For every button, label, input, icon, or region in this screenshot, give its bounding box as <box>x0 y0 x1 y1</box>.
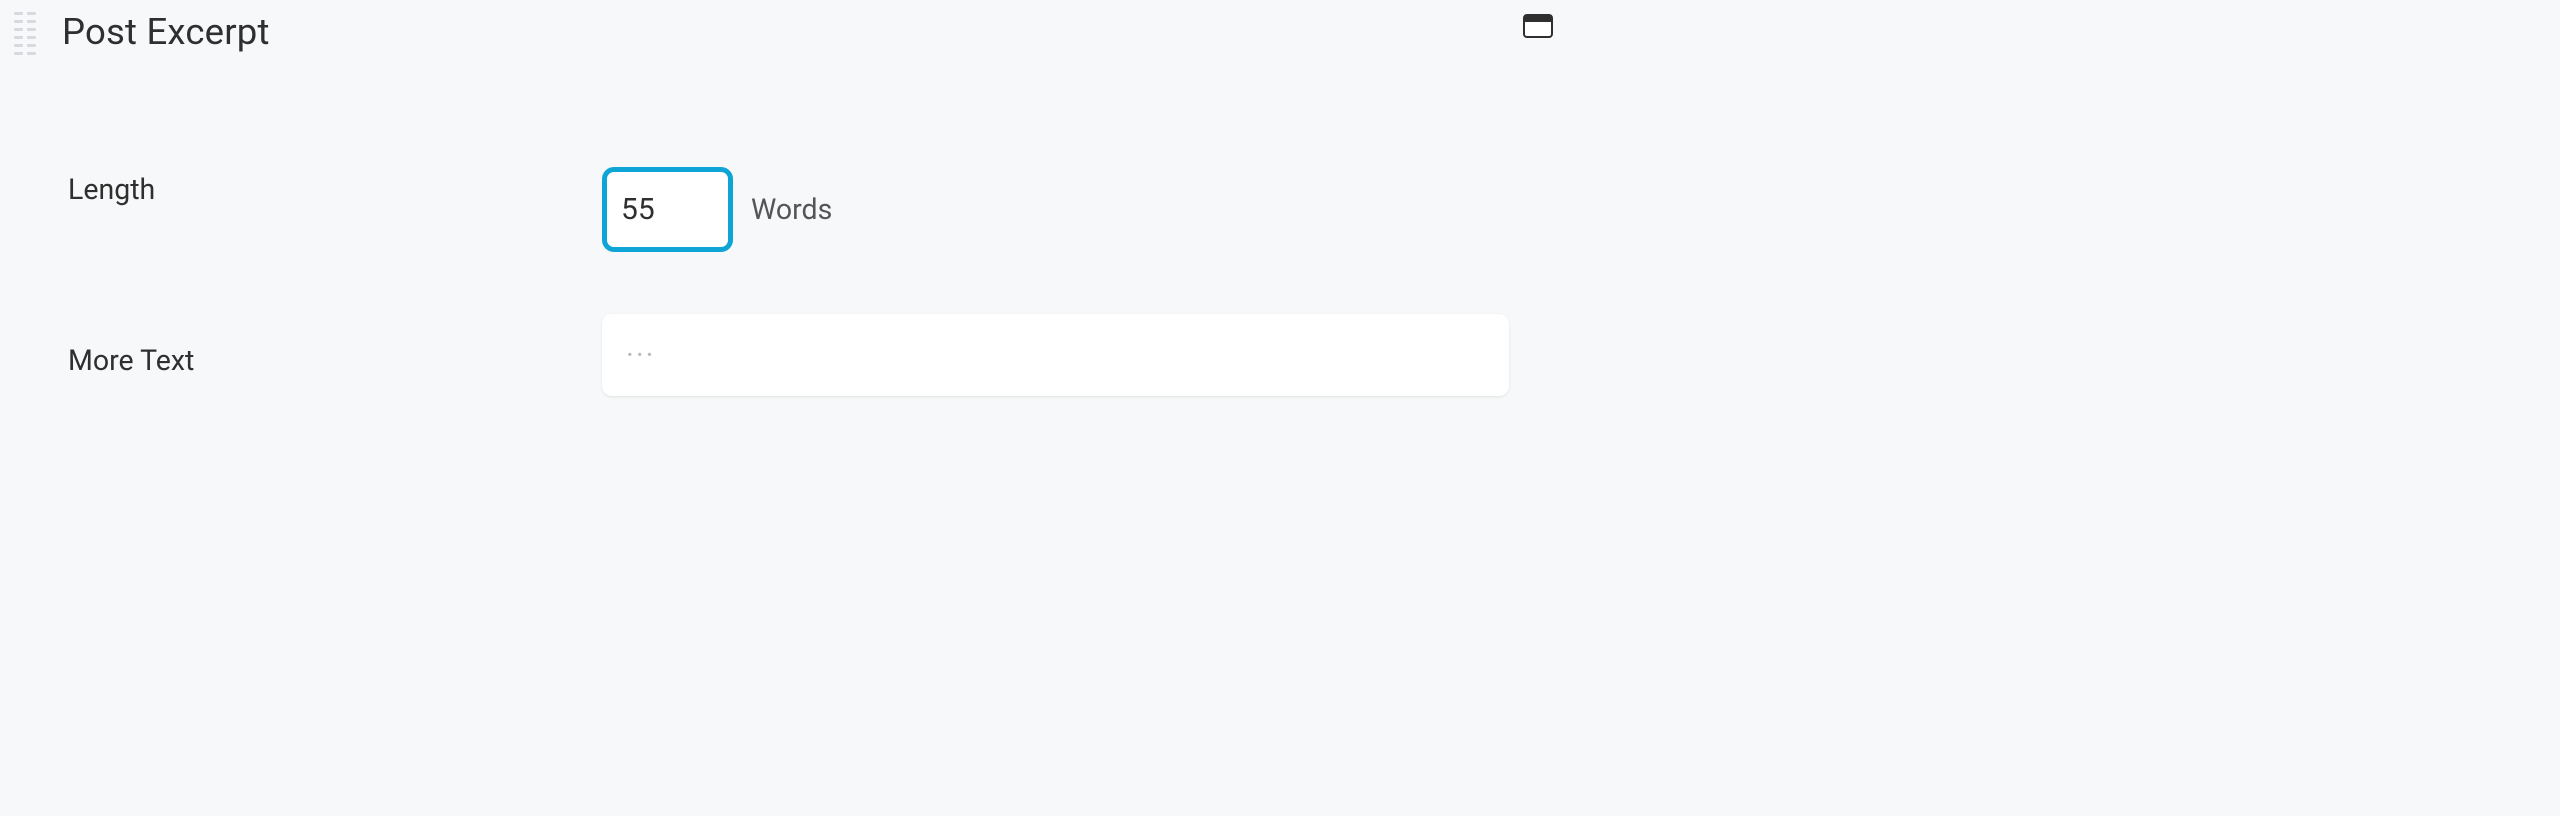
drag-handle-icon[interactable] <box>14 12 36 55</box>
length-label: Length <box>68 167 602 206</box>
more-text-field-row: More Text <box>68 314 1509 396</box>
length-field-row: Length Words <box>68 167 1509 252</box>
panel-header: Post Excerpt <box>0 0 1569 55</box>
fields-container: Length Words More Text <box>0 55 1569 396</box>
length-input[interactable] <box>602 167 733 252</box>
panel-title: Post Excerpt <box>62 10 270 53</box>
post-excerpt-panel: Post Excerpt Length Words More Text <box>0 0 1569 396</box>
display-mode-icon[interactable] <box>1523 14 1553 38</box>
length-input-group: Words <box>602 167 832 252</box>
more-text-label: More Text <box>68 334 602 377</box>
more-text-input[interactable] <box>602 314 1509 396</box>
length-unit-label: Words <box>751 193 832 226</box>
